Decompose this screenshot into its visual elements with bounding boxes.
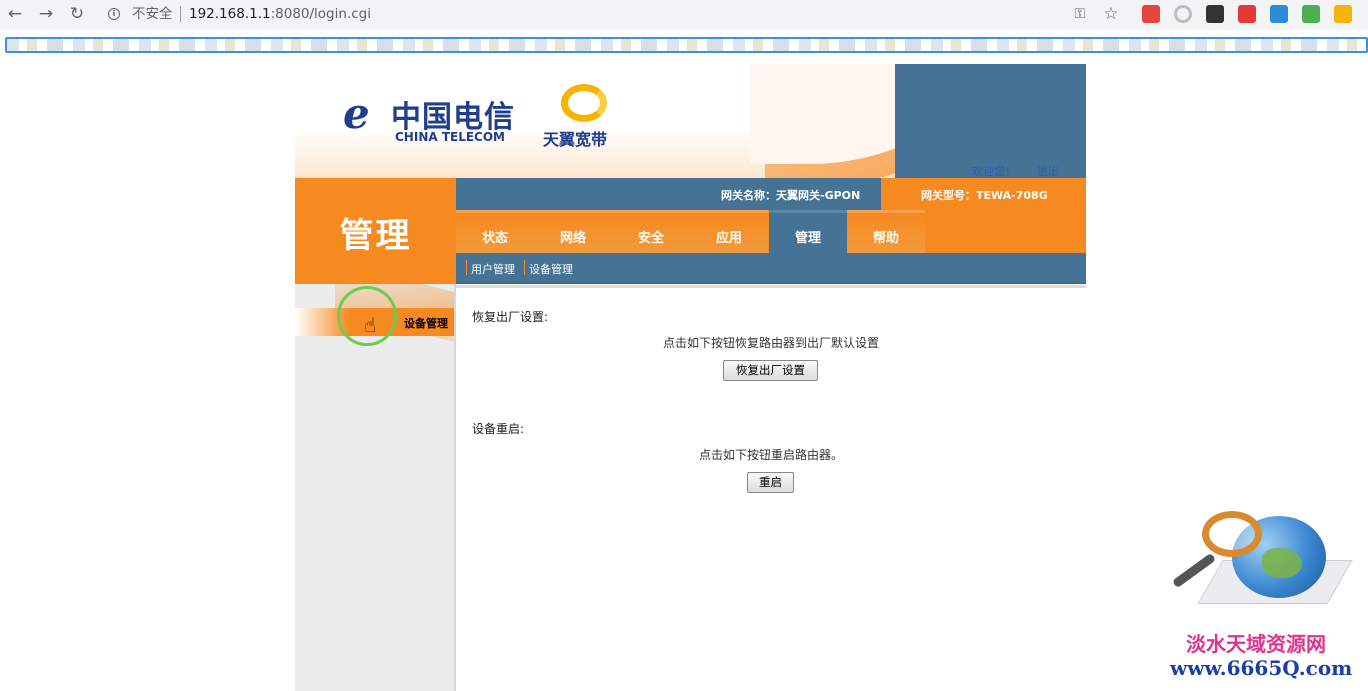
extension-icon[interactable] bbox=[1334, 5, 1352, 23]
extension-icon[interactable] bbox=[1142, 5, 1160, 23]
logout-link[interactable]: 退出 bbox=[1037, 163, 1059, 178]
browser-toolbar: ← → ↻ i 不安全 192.168.1.1:8080/login.cgi ⚿… bbox=[0, 0, 1368, 30]
page-header: ℯ 中国电信 CHINA TELECOM 天翼宽带 欢迎您！ 退出 bbox=[295, 64, 1086, 178]
address-separator bbox=[180, 6, 181, 22]
url-host: 192.168.1.1 bbox=[189, 6, 271, 22]
back-icon[interactable]: ← bbox=[5, 4, 25, 24]
subtab-divider bbox=[524, 260, 525, 275]
sub-tabs: 用户管理 设备管理 bbox=[456, 253, 1086, 284]
reboot-button[interactable]: 重启 bbox=[747, 472, 794, 493]
insecure-label: 不安全 bbox=[132, 6, 173, 22]
bookmark-star-icon[interactable]: ☆ bbox=[1101, 4, 1121, 24]
tab-management[interactable]: 管理 bbox=[769, 210, 847, 253]
extension-icon[interactable] bbox=[1206, 5, 1224, 23]
tianyi-ring-icon bbox=[561, 84, 607, 122]
router-page: ℯ 中国电信 CHINA TELECOM 天翼宽带 欢迎您！ 退出 管理 网关名… bbox=[295, 64, 1086, 691]
tab-applications[interactable]: 应用 bbox=[690, 210, 768, 253]
extension-icon[interactable] bbox=[1174, 5, 1192, 23]
extension-icon[interactable] bbox=[1238, 5, 1256, 23]
watermark-land bbox=[1262, 548, 1302, 578]
hand-cursor-icon: ☝ bbox=[364, 313, 377, 337]
section-title: 管理 bbox=[339, 216, 412, 256]
restore-factory-label: 恢复出厂设置: bbox=[472, 310, 549, 324]
url-text: 192.168.1.1:8080/login.cgi bbox=[189, 2, 371, 26]
reboot-label: 设备重启: bbox=[472, 422, 525, 436]
restore-factory-button[interactable]: 恢复出厂设置 bbox=[723, 360, 818, 381]
subtab-device-management[interactable]: 设备管理 bbox=[529, 261, 573, 277]
gateway-model: 网关型号：TEWA-708G bbox=[921, 189, 1048, 202]
section-title-panel: 管理 bbox=[295, 178, 456, 284]
reload-icon[interactable]: ↻ bbox=[67, 4, 87, 24]
header-blue-panel bbox=[895, 64, 1086, 178]
watermark-url: www.6665Q.com bbox=[1170, 656, 1353, 680]
forward-icon[interactable]: → bbox=[36, 4, 56, 24]
tab-help[interactable]: 帮助 bbox=[847, 210, 925, 253]
watermark-magnifier-icon bbox=[1202, 511, 1262, 557]
telecom-mark-icon: ℯ bbox=[343, 89, 370, 138]
subtab-user-management[interactable]: 用户管理 bbox=[471, 261, 515, 277]
extension-icon[interactable] bbox=[1270, 5, 1288, 23]
logo-english-text: CHINA TELECOM bbox=[395, 130, 505, 144]
info-icon[interactable]: i bbox=[108, 8, 120, 20]
subtab-divider bbox=[466, 260, 467, 275]
main-tabs: 状态 网络 安全 应用 管理 帮助 bbox=[456, 210, 1086, 253]
gateway-model-box: 网关型号：TEWA-708G bbox=[881, 178, 1086, 210]
address-bar[interactable]: i 不安全 192.168.1.1:8080/login.cgi bbox=[100, 2, 1130, 26]
extension-icon[interactable] bbox=[1302, 5, 1320, 23]
main-content: 恢复出厂设置: 点击如下按钮恢复路由器到出厂默认设置 恢复出厂设置 设备重启: … bbox=[456, 285, 1086, 691]
restore-factory-desc: 点击如下按钮恢复路由器到出厂默认设置 bbox=[662, 336, 879, 350]
gateway-name: 网关名称：天翼网关-GPON bbox=[721, 189, 861, 202]
tab-security[interactable]: 安全 bbox=[612, 210, 690, 253]
bookmarks-bar bbox=[5, 37, 1368, 53]
tab-status[interactable]: 状态 bbox=[456, 210, 534, 253]
tab-network[interactable]: 网络 bbox=[534, 210, 612, 253]
tianyi-text: 天翼宽带 bbox=[543, 130, 608, 149]
welcome-link[interactable]: 欢迎您！ bbox=[972, 163, 1016, 178]
gateway-info-bar: 网关名称：天翼网关-GPON 网关型号：TEWA-708G bbox=[456, 178, 1086, 210]
watermark-text: 淡水天域资源网 bbox=[1186, 632, 1326, 656]
url-path: :8080/login.cgi bbox=[270, 6, 371, 22]
reboot-desc: 点击如下按钮重启路由器。 bbox=[698, 448, 843, 462]
sidebar-item-label: 设备管理 bbox=[404, 317, 448, 330]
key-icon[interactable]: ⚿ bbox=[1070, 4, 1090, 24]
